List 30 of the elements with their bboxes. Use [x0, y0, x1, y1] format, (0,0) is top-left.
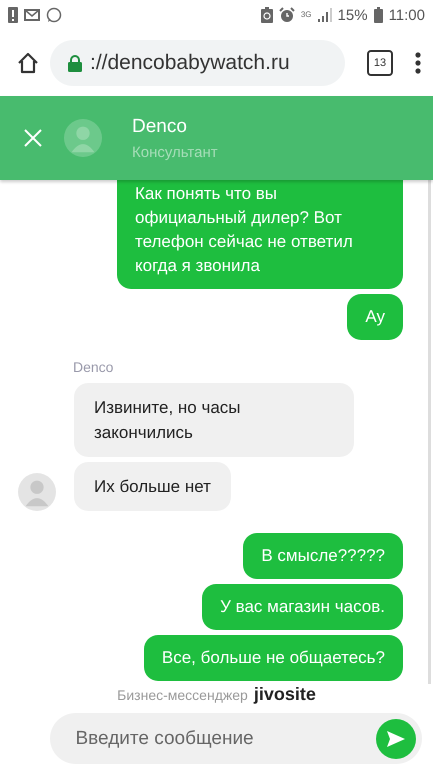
outgoing-message: Ау [347, 294, 403, 340]
battery-percent: 15% [338, 6, 368, 24]
incoming-message: Их больше нет [74, 462, 231, 511]
menu-icon[interactable] [415, 52, 421, 74]
outgoing-message: У вас магазин часов. [202, 584, 403, 630]
message-input[interactable]: Введите сообщение [74, 726, 376, 750]
brand-logo[interactable]: jivosite [254, 684, 316, 705]
alarm-icon [278, 7, 295, 23]
outgoing-message: Все, больше не общаетесь? [144, 635, 403, 681]
battery-icon [374, 7, 383, 23]
send-icon [386, 730, 406, 748]
alert-icon [8, 7, 18, 23]
address-bar[interactable]: ://dencobabywatch.ru [50, 40, 345, 86]
sender-name: Denco [73, 359, 114, 375]
agent-role: Консультант [132, 144, 218, 160]
clock: 11:00 [388, 6, 425, 24]
message-field[interactable]: Введите сообщение [50, 713, 422, 764]
incoming-message: Извините, но часы закончились [74, 383, 354, 457]
network-type: 3G [300, 11, 312, 19]
outgoing-message: Как понять что вы официальный дилер? Вот телефон сейчас не ответил когда я звонила [117, 180, 403, 289]
tab-count-button[interactable]: 13 [367, 50, 393, 76]
outgoing-message: В смысле????? [243, 533, 403, 579]
home-icon[interactable] [16, 51, 40, 75]
powered-by-text: Бизнес-мессенджер [117, 686, 248, 702]
agent-name: Denco [132, 116, 188, 138]
mail-icon [24, 9, 40, 21]
avatar-icon [64, 119, 102, 157]
lock-icon [68, 54, 82, 72]
signal-icon [318, 8, 332, 22]
url-text: ://dencobabywatch.ru [90, 51, 290, 75]
